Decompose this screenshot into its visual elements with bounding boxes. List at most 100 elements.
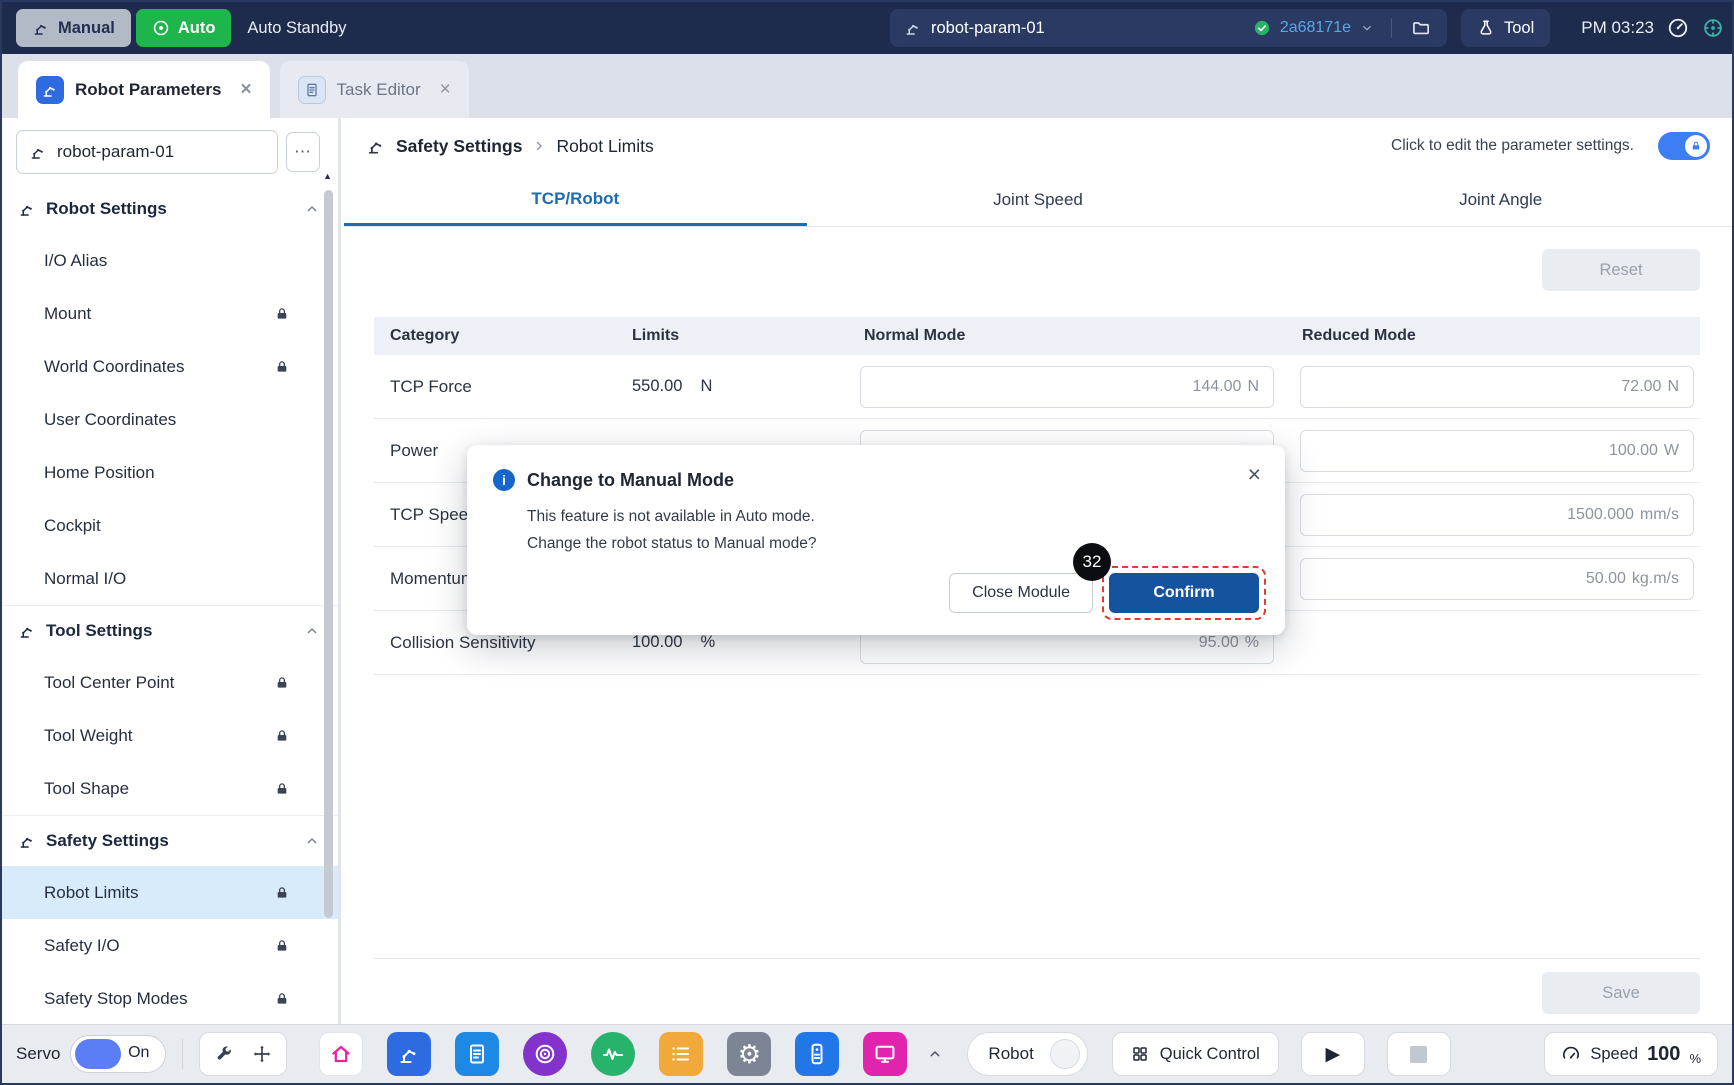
section-header[interactable]: Tool Settings bbox=[2, 606, 338, 656]
reduced-mode-input[interactable]: 50.00kg.m/s bbox=[1300, 558, 1694, 600]
quick-control-button[interactable]: Quick Control bbox=[1112, 1032, 1279, 1076]
lock-icon bbox=[274, 728, 290, 744]
col-header-reduced-mode: Reduced Mode bbox=[1288, 327, 1700, 345]
active-parameter-pill[interactable]: robot-param-01 2a68171e bbox=[890, 9, 1447, 47]
sidebar-item-tool-center-point[interactable]: Tool Center Point bbox=[2, 656, 338, 709]
col-header-limits: Limits bbox=[606, 327, 856, 345]
tab-tcp-robot[interactable]: TCP/Robot bbox=[344, 174, 807, 226]
tool-flask-icon bbox=[1477, 19, 1495, 37]
tab-joint-angle[interactable]: Joint Angle bbox=[1269, 174, 1732, 226]
chevron-down-icon[interactable] bbox=[1360, 21, 1374, 35]
wrench-button[interactable] bbox=[214, 1044, 234, 1064]
sidebar-item-safety-stop-modes[interactable]: Safety Stop Modes bbox=[2, 972, 338, 1024]
sidebar-item-user-coordinates[interactable]: User Coordinates bbox=[2, 393, 338, 446]
tool-button[interactable]: Tool bbox=[1461, 9, 1550, 47]
item-label: Tool Weight bbox=[44, 726, 133, 746]
sidebar-item-tool-weight[interactable]: Tool Weight bbox=[2, 709, 338, 762]
dock-settings-app[interactable]: ⚙ bbox=[727, 1032, 771, 1076]
sidebar-item-home-position[interactable]: Home Position bbox=[2, 446, 338, 499]
close-icon[interactable]: × bbox=[240, 80, 251, 99]
dock-collapse-button[interactable] bbox=[927, 1046, 943, 1062]
toolbar-row: Reset bbox=[344, 227, 1732, 291]
chevron-up-icon[interactable] bbox=[304, 623, 320, 639]
scroll-up-arrow[interactable]: ▲ bbox=[323, 172, 332, 181]
jog-button[interactable] bbox=[252, 1044, 272, 1064]
parameter-name-box[interactable]: robot-param-01 bbox=[16, 130, 278, 174]
robot-arm-icon bbox=[29, 143, 47, 161]
sidebar-item-cockpit[interactable]: Cockpit bbox=[2, 499, 338, 552]
auto-mode-button[interactable]: Auto bbox=[136, 9, 232, 47]
lock-icon bbox=[274, 991, 290, 1007]
confirm-button[interactable]: Confirm bbox=[1109, 573, 1259, 613]
breadcrumb-section[interactable]: Safety Settings bbox=[396, 136, 522, 157]
annotation-step-badge: 32 bbox=[1073, 543, 1111, 581]
target-button[interactable] bbox=[1702, 17, 1724, 39]
manual-label: Manual bbox=[58, 19, 115, 38]
sidebar-item-robot-limits[interactable]: Robot Limits bbox=[2, 866, 338, 919]
target-rings-icon bbox=[533, 1042, 557, 1066]
open-file-button[interactable] bbox=[1409, 16, 1433, 40]
item-label: World Coordinates bbox=[44, 357, 184, 377]
section-header[interactable]: Safety Settings bbox=[2, 816, 338, 866]
play-button[interactable]: ▶ bbox=[1301, 1032, 1365, 1076]
tab-label: Task Editor bbox=[337, 80, 421, 100]
reduced-mode-input[interactable]: 1500.000mm/s bbox=[1300, 494, 1694, 536]
close-module-button[interactable]: Close Module bbox=[949, 573, 1093, 613]
save-button[interactable]: Save bbox=[1542, 972, 1700, 1014]
dock-task-editor-app[interactable] bbox=[455, 1032, 499, 1076]
dock-log-app[interactable] bbox=[659, 1032, 703, 1076]
top-bar: Manual Auto Auto Standby robot-param-01 … bbox=[2, 2, 1732, 54]
reduced-mode-input[interactable]: 100.00W bbox=[1300, 430, 1694, 472]
sidebar-item-normal-io[interactable]: Normal I/O bbox=[2, 552, 338, 605]
edit-lock-toggle[interactable] bbox=[1658, 132, 1710, 160]
sidebar-item-tool-shape[interactable]: Tool Shape bbox=[2, 762, 338, 815]
table-row: TCP Force 550.00N 144.00N 72.00N bbox=[374, 355, 1700, 419]
more-options-button[interactable]: ⋯ bbox=[286, 132, 320, 172]
servo-toggle[interactable]: On bbox=[70, 1035, 166, 1073]
speed-value: 100 bbox=[1647, 1043, 1680, 1066]
tab-joint-speed[interactable]: Joint Speed bbox=[807, 174, 1270, 226]
sidebar-scrollbar-thumb[interactable] bbox=[324, 190, 333, 918]
tab-label: Joint Speed bbox=[993, 190, 1083, 210]
tab-robot-parameters[interactable]: Robot Parameters × bbox=[18, 61, 270, 118]
chevron-up-icon[interactable] bbox=[304, 833, 320, 849]
toggle-knob bbox=[1685, 135, 1707, 157]
dock-calibration-app[interactable] bbox=[523, 1032, 567, 1076]
sidebar-item-safety-io[interactable]: Safety I/O bbox=[2, 919, 338, 972]
reset-button[interactable]: Reset bbox=[1542, 249, 1700, 291]
manual-mode-button[interactable]: Manual bbox=[16, 9, 131, 47]
section-header[interactable]: Robot Settings bbox=[2, 184, 338, 234]
close-icon[interactable]: × bbox=[440, 80, 451, 99]
dock-display-app[interactable] bbox=[863, 1032, 907, 1076]
close-module-label: Close Module bbox=[972, 584, 1070, 601]
item-label: Robot Limits bbox=[44, 883, 138, 903]
sidebar-item-io-alias[interactable]: I/O Alias bbox=[2, 234, 338, 287]
tab-task-editor[interactable]: Task Editor × bbox=[280, 61, 469, 118]
lock-icon bbox=[274, 938, 290, 954]
breadcrumb: Safety Settings Robot Limits Click to ed… bbox=[344, 118, 1732, 174]
reduced-mode-input[interactable]: 72.00N bbox=[1300, 366, 1694, 408]
dock-monitoring-app[interactable] bbox=[591, 1032, 635, 1076]
sidebar-item-mount[interactable]: Mount bbox=[2, 287, 338, 340]
gauge-icon bbox=[1667, 17, 1689, 39]
sidebar-item-world-coordinates[interactable]: World Coordinates bbox=[2, 340, 338, 393]
auto-mode-icon bbox=[152, 19, 170, 37]
dock-home-app[interactable] bbox=[319, 1032, 363, 1076]
speed-control[interactable]: Speed 100 % bbox=[1544, 1032, 1718, 1076]
stop-button[interactable] bbox=[1387, 1032, 1451, 1076]
bottom-bar: Servo On ⚙ Robot Quick Cont bbox=[2, 1024, 1732, 1083]
version-id[interactable]: 2a68171e bbox=[1280, 19, 1351, 37]
input-unit: W bbox=[1664, 442, 1679, 460]
tab-label: TCP/Robot bbox=[531, 189, 619, 209]
parameter-file-name: robot-param-01 bbox=[931, 19, 1045, 38]
chevron-up-icon[interactable] bbox=[304, 201, 320, 217]
lock-icon bbox=[274, 781, 290, 797]
dialog-close-icon[interactable]: × bbox=[1248, 463, 1261, 486]
gauge-button[interactable] bbox=[1667, 17, 1689, 39]
dock-remote-app[interactable] bbox=[795, 1032, 839, 1076]
normal-mode-input[interactable]: 144.00N bbox=[860, 366, 1274, 408]
save-label: Save bbox=[1602, 984, 1640, 1002]
dock-robot-parameters-app[interactable] bbox=[387, 1032, 431, 1076]
robot-mode-switch[interactable]: Robot bbox=[967, 1032, 1087, 1076]
play-icon: ▶ bbox=[1325, 1045, 1340, 1064]
